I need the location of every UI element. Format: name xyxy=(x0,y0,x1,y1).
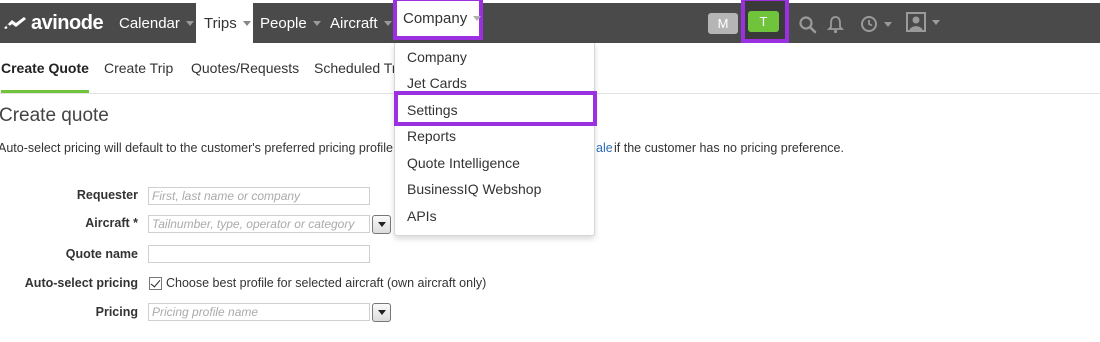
aircraft-label: Aircraft * xyxy=(85,216,138,230)
logo-text: avinode xyxy=(31,11,104,34)
menu-item-reports[interactable]: Reports xyxy=(407,126,456,146)
tab-scheduled-trips[interactable]: Scheduled Tri xyxy=(314,43,400,93)
triangle-down-icon xyxy=(377,310,386,315)
chevron-down-icon xyxy=(884,21,892,27)
clock-menu-icon[interactable] xyxy=(860,14,892,34)
pricing-info-text-suffix: if the customer has no pricing preferenc… xyxy=(614,141,844,155)
chevron-down-icon xyxy=(932,19,940,25)
nav-trips[interactable]: Trips xyxy=(196,3,253,43)
bell-icon[interactable] xyxy=(827,14,844,34)
tab-create-trip[interactable]: Create Trip xyxy=(104,43,173,93)
auto-select-checkbox[interactable] xyxy=(149,276,162,290)
auto-select-checkbox-row[interactable]: Choose best profile for selected aircraf… xyxy=(149,276,486,290)
requester-input[interactable]: First, last name or company xyxy=(148,187,370,205)
avinode-logo[interactable]: avinode xyxy=(2,11,104,34)
user-badge-t[interactable]: T xyxy=(748,11,779,32)
menu-item-businessiq-webshop[interactable]: BusinessIQ Webshop xyxy=(407,179,541,199)
nav-people-label: People xyxy=(260,14,307,32)
nav-calendar-label: Calendar xyxy=(119,14,180,32)
user-badge-t-highlight: T xyxy=(741,0,789,43)
settings-highlight-box xyxy=(394,91,597,126)
aircraft-input[interactable]: Tailnumber, type, operator or category xyxy=(148,215,370,233)
triangle-down-icon xyxy=(377,222,386,227)
user-avatar-icon[interactable] xyxy=(906,12,940,32)
chevron-down-icon xyxy=(473,16,482,21)
pricing-info-link[interactable]: ale xyxy=(596,141,613,155)
user-badge-m[interactable]: M xyxy=(708,13,738,34)
menu-item-apis[interactable]: APIs xyxy=(407,206,437,226)
nav-company[interactable]: Company xyxy=(393,0,483,40)
chevron-down-icon xyxy=(312,20,321,26)
pricing-dropdown-button[interactable] xyxy=(372,303,391,322)
nav-aircraft[interactable]: Aircraft xyxy=(323,3,399,43)
auto-select-pricing-label: Auto-select pricing xyxy=(24,276,138,290)
pricing-info-text: Auto-select pricing will default to the … xyxy=(0,141,414,155)
menu-item-jet-cards[interactable]: Jet Cards xyxy=(407,73,467,93)
quote-name-label: Quote name xyxy=(65,247,138,261)
chevron-down-icon xyxy=(242,20,251,26)
menu-item-company[interactable]: Company xyxy=(407,47,467,67)
nav-aircraft-label: Aircraft xyxy=(330,14,378,32)
search-icon[interactable] xyxy=(798,14,817,34)
page-title: Create quote xyxy=(0,105,109,126)
pricing-label: Pricing xyxy=(95,305,138,319)
quote-name-input[interactable] xyxy=(148,245,370,263)
aircraft-dropdown-button[interactable] xyxy=(372,215,391,234)
tab-create-quote[interactable]: Create Quote xyxy=(1,43,89,93)
requester-label: Requester xyxy=(76,188,138,202)
plane-logo-icon xyxy=(4,17,26,29)
chevron-down-icon xyxy=(185,20,194,26)
top-navigation-bar: avinode Calendar Trips People Aircraft M xyxy=(0,3,1100,43)
menu-item-quote-intelligence[interactable]: Quote Intelligence xyxy=(407,153,520,173)
nav-calendar[interactable]: Calendar xyxy=(111,3,202,43)
auto-select-checkbox-label: Choose best profile for selected aircraf… xyxy=(166,276,487,290)
company-dropdown-menu: Company Jet Cards Settings Reports Quote… xyxy=(394,43,595,236)
pricing-input[interactable]: Pricing profile name xyxy=(148,303,370,321)
chevron-down-icon xyxy=(383,20,392,26)
tab-quotes-requests[interactable]: Quotes/Requests xyxy=(191,43,299,93)
nav-people[interactable]: People xyxy=(253,3,328,43)
nav-trips-label: Trips xyxy=(204,14,237,32)
nav-company-label: Company xyxy=(403,10,468,27)
